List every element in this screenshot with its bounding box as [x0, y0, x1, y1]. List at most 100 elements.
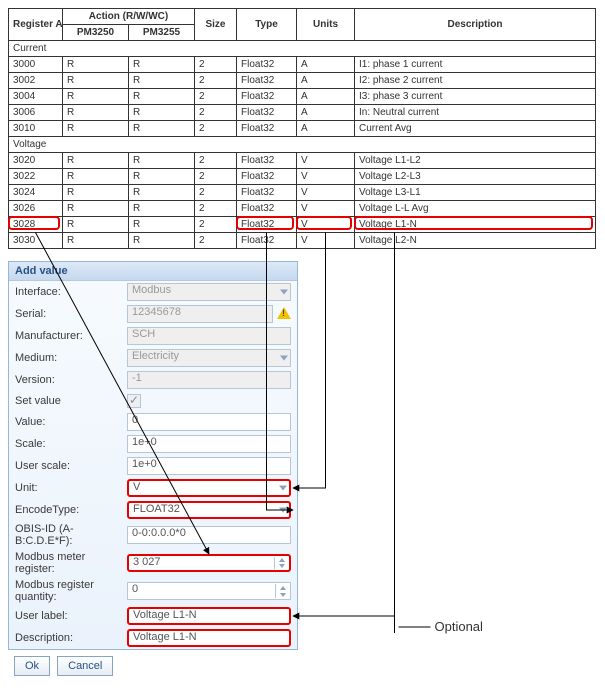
- chevron-down-icon: [279, 486, 287, 491]
- cell-type: Float32: [237, 201, 297, 217]
- cell-unit: A: [297, 57, 355, 73]
- cell-size: 2: [195, 89, 237, 105]
- spin-down-icon[interactable]: [274, 563, 288, 569]
- cell-a2: R: [129, 121, 195, 137]
- field-manufacturer[interactable]: SCH: [127, 327, 291, 345]
- field-userlabel[interactable]: Voltage L1-N: [127, 607, 291, 625]
- setvalue-checkbox[interactable]: [127, 394, 141, 408]
- field-serial[interactable]: 12345678: [127, 305, 273, 323]
- cell-type: Float32: [237, 169, 297, 185]
- label-quantity: Modbus register quantity:: [15, 579, 127, 603]
- chevron-down-icon: [279, 508, 287, 513]
- cell-type: Float32: [237, 73, 297, 89]
- field-quantity[interactable]: 0: [127, 582, 291, 600]
- cell-unit: V: [297, 153, 355, 169]
- field-description[interactable]: Voltage L1-N: [127, 629, 291, 647]
- col-size: Size: [195, 9, 237, 41]
- cell-addr: 3030: [9, 233, 63, 249]
- cancel-button[interactable]: Cancel: [57, 656, 113, 676]
- ok-button[interactable]: Ok: [14, 656, 50, 676]
- cell-type: Float32: [237, 185, 297, 201]
- label-description: Description:: [15, 632, 127, 644]
- field-unit[interactable]: V: [127, 479, 291, 497]
- cell-size: 2: [195, 233, 237, 249]
- label-obis: OBIS-ID (A-B:C.D.E*F):: [15, 523, 127, 547]
- section-title: Current: [9, 41, 596, 57]
- cell-desc: Voltage L3-L1: [355, 185, 596, 201]
- optional-label: Optional: [435, 619, 483, 634]
- cell-a1: R: [63, 233, 129, 249]
- cell-addr: 3002: [9, 73, 63, 89]
- cell-addr: 3020: [9, 153, 63, 169]
- cell-type: Float32: [237, 217, 297, 233]
- section-title: Voltage: [9, 137, 596, 153]
- cell-a1: R: [63, 57, 129, 73]
- field-encodetype[interactable]: FLOAT32: [127, 501, 291, 519]
- cell-a2: R: [129, 57, 195, 73]
- field-version[interactable]: -1: [127, 371, 291, 389]
- cell-addr: 3022: [9, 169, 63, 185]
- cell-size: 2: [195, 105, 237, 121]
- cell-type: Float32: [237, 105, 297, 121]
- cell-a1: R: [63, 169, 129, 185]
- field-userscale[interactable]: 1e+0: [127, 457, 291, 475]
- col-units: Units: [297, 9, 355, 41]
- cell-type: Float32: [237, 153, 297, 169]
- cell-unit: A: [297, 89, 355, 105]
- cell-a2: R: [129, 233, 195, 249]
- field-register[interactable]: 3 027: [127, 554, 291, 572]
- field-scale[interactable]: 1e+0: [127, 435, 291, 453]
- cell-desc: Current Avg: [355, 121, 596, 137]
- cell-unit: V: [297, 201, 355, 217]
- cell-size: 2: [195, 57, 237, 73]
- cell-addr: 3028: [9, 217, 63, 233]
- cell-a1: R: [63, 201, 129, 217]
- cell-addr: 3010: [9, 121, 63, 137]
- label-unit: Unit:: [15, 482, 127, 494]
- cell-desc: In: Neutral current: [355, 105, 596, 121]
- label-medium: Medium:: [15, 352, 127, 364]
- cell-unit: V: [297, 217, 355, 233]
- table-row: 3002RR2Float32AI2: phase 2 current: [9, 73, 596, 89]
- cell-desc: Voltage L2-L3: [355, 169, 596, 185]
- cell-a1: R: [63, 153, 129, 169]
- table-row: 3024RR2Float32VVoltage L3-L1: [9, 185, 596, 201]
- label-interface: Interface:: [15, 286, 127, 298]
- table-row: 3000RR2Float32AI1: phase 1 current: [9, 57, 596, 73]
- cell-size: 2: [195, 169, 237, 185]
- col-pm3250: PM3250: [63, 25, 129, 41]
- spin-up-icon[interactable]: [275, 584, 289, 591]
- spin-down-icon[interactable]: [275, 591, 289, 598]
- table-row: 3030RR2Float32VVoltage L2-N: [9, 233, 596, 249]
- cell-a1: R: [63, 185, 129, 201]
- cell-size: 2: [195, 153, 237, 169]
- col-pm3255: PM3255: [129, 25, 195, 41]
- cell-a1: R: [63, 217, 129, 233]
- label-userlabel: User label:: [15, 610, 127, 622]
- cell-unit: A: [297, 105, 355, 121]
- table-row: 3010RR2Float32ACurrent Avg: [9, 121, 596, 137]
- table-row: 3022RR2Float32VVoltage L2-L3: [9, 169, 596, 185]
- cell-desc: Voltage L1-N: [355, 217, 596, 233]
- field-interface[interactable]: Modbus: [127, 283, 291, 301]
- label-userscale: User scale:: [15, 460, 127, 472]
- cell-desc: Voltage L-L Avg: [355, 201, 596, 217]
- cell-unit: V: [297, 169, 355, 185]
- cell-a1: R: [63, 121, 129, 137]
- cell-desc: I2: phase 2 current: [355, 73, 596, 89]
- field-value[interactable]: 0: [127, 413, 291, 431]
- cell-size: 2: [195, 73, 237, 89]
- table-row: 3026RR2Float32VVoltage L-L Avg: [9, 201, 596, 217]
- cell-a2: R: [129, 217, 195, 233]
- cell-unit: V: [297, 185, 355, 201]
- field-medium[interactable]: Electricity: [127, 349, 291, 367]
- cell-unit: V: [297, 233, 355, 249]
- cell-size: 2: [195, 185, 237, 201]
- cell-desc: I3: phase 3 current: [355, 89, 596, 105]
- cell-addr: 3024: [9, 185, 63, 201]
- label-value: Value:: [15, 416, 127, 428]
- field-obis[interactable]: 0-0:0.0.0*0: [127, 526, 291, 544]
- label-scale: Scale:: [15, 438, 127, 450]
- cell-type: Float32: [237, 89, 297, 105]
- cell-a1: R: [63, 105, 129, 121]
